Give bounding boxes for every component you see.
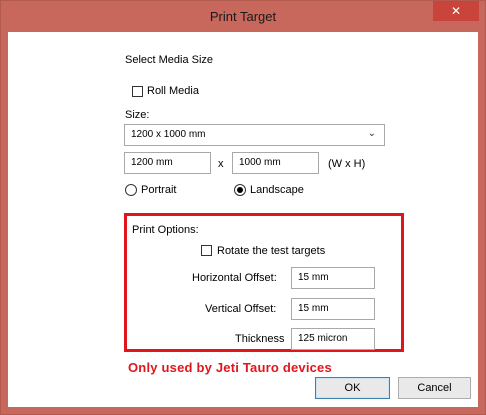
landscape-radio[interactable]: [234, 184, 246, 196]
rotate-targets-checkbox[interactable]: [201, 245, 212, 256]
x-separator: x: [218, 158, 224, 170]
media-size-heading: Select Media Size: [125, 54, 214, 66]
close-button[interactable]: ✕: [433, 1, 479, 21]
chevron-down-icon: ⌄: [367, 128, 376, 139]
print-target-dialog: Print Target ✕ Select Media Size Roll Me…: [0, 0, 486, 415]
width-field[interactable]: 1200 mm: [124, 152, 211, 174]
wh-unit-label: (W x H): [328, 158, 366, 170]
horizontal-offset-label: Horizontal Offset:: [192, 272, 277, 284]
roll-media-checkbox[interactable]: [132, 86, 143, 97]
thickness-value: 125 micron: [298, 333, 348, 344]
roll-media-label: Roll Media: [147, 85, 199, 97]
vertical-offset-field[interactable]: 15 mm: [291, 298, 375, 320]
print-options-heading: Print Options:: [132, 224, 199, 236]
size-select-value: 1200 x 1000 mm: [131, 129, 206, 140]
horizontal-offset-field[interactable]: 15 mm: [291, 267, 375, 289]
close-icon: ✕: [450, 4, 462, 18]
horizontal-offset-value: 15 mm: [298, 272, 329, 283]
width-field-value: 1200 mm: [131, 157, 173, 168]
jeti-tauro-note: Only used by Jeti Tauro devices: [128, 360, 332, 375]
vertical-offset-label: Vertical Offset:: [205, 303, 277, 315]
portrait-radio[interactable]: [125, 184, 137, 196]
dialog-title: Print Target: [209, 9, 277, 24]
height-field[interactable]: 1000 mm: [232, 152, 319, 174]
size-select[interactable]: 1200 x 1000 mm ⌄: [124, 124, 385, 146]
ok-button[interactable]: OK: [315, 377, 390, 399]
thickness-field[interactable]: 125 micron: [291, 328, 375, 350]
vertical-offset-value: 15 mm: [298, 303, 329, 314]
size-label: Size:: [125, 109, 150, 121]
cancel-button[interactable]: Cancel: [398, 377, 471, 399]
thickness-label: Thickness: [235, 333, 285, 345]
landscape-label: Landscape: [250, 184, 304, 196]
dialog-body: Select Media Size Roll Media Size: 1200 …: [8, 32, 478, 407]
height-field-value: 1000 mm: [239, 157, 281, 168]
rotate-targets-label: Rotate the test targets: [217, 245, 326, 257]
portrait-label: Portrait: [141, 184, 177, 196]
title-bar[interactable]: Print Target ✕: [1, 1, 485, 32]
